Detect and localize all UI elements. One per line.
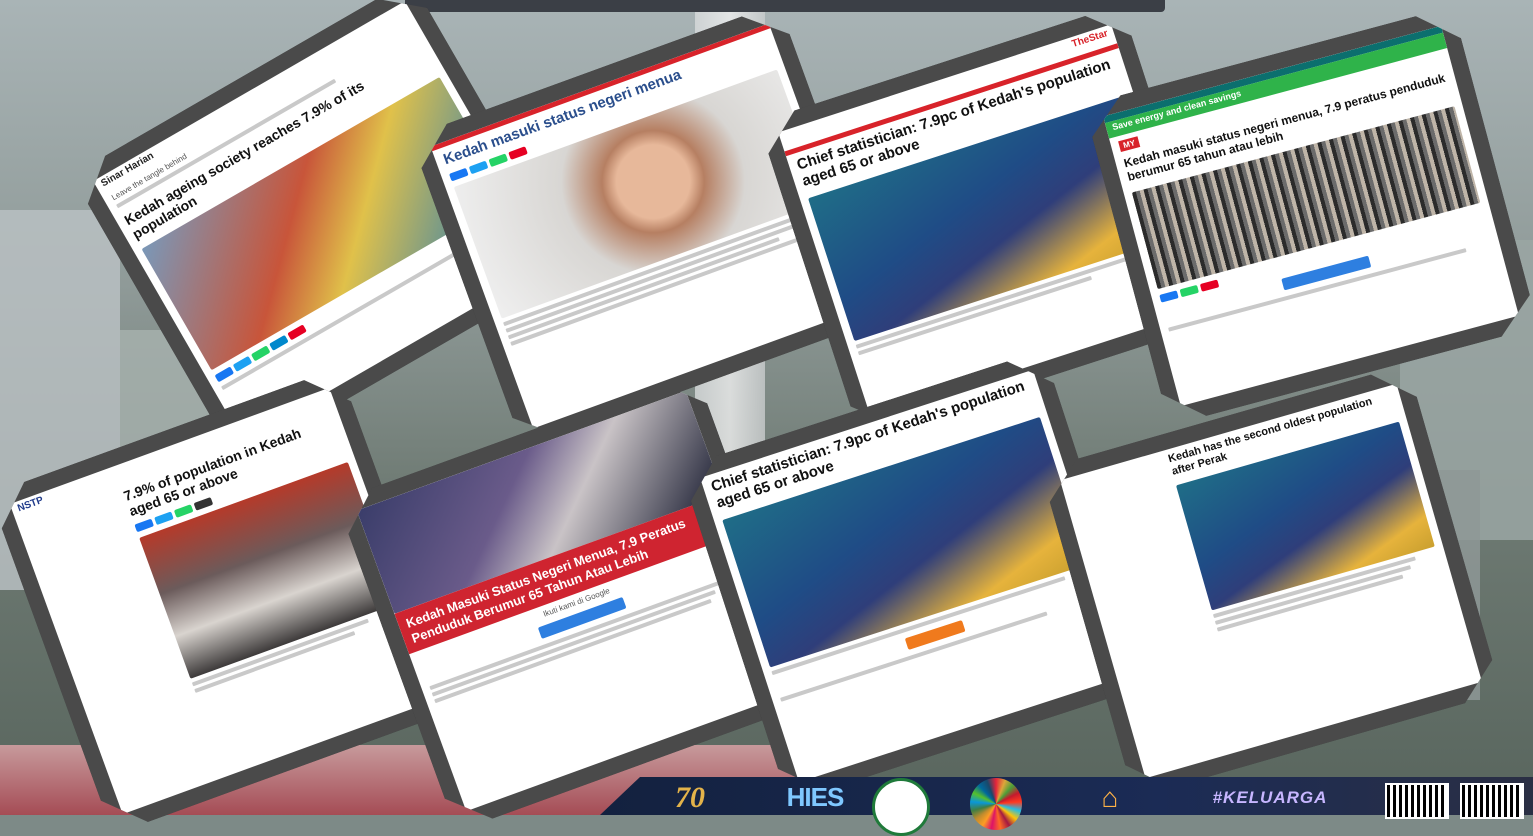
house-icon: ⌂ xyxy=(1101,781,1119,813)
twitter-icon[interactable] xyxy=(154,512,174,526)
top-bar xyxy=(405,0,1165,12)
section-label: MY xyxy=(1118,136,1140,152)
hashtag-text: #KELUARGA xyxy=(1212,787,1328,807)
partner-logo xyxy=(872,778,930,836)
email-icon[interactable] xyxy=(508,146,528,160)
hies-logo: HIES xyxy=(786,782,845,812)
whatsapp-icon[interactable] xyxy=(174,504,194,518)
facebook-icon[interactable] xyxy=(1159,290,1178,302)
whatsapp-icon[interactable] xyxy=(489,154,509,168)
print-icon[interactable] xyxy=(194,497,214,511)
twitter-icon[interactable] xyxy=(469,161,489,175)
facebook-icon[interactable] xyxy=(134,519,154,533)
anniversary-logo: 70 xyxy=(675,780,705,814)
email-icon[interactable] xyxy=(1200,279,1219,291)
qr-code-icon[interactable] xyxy=(1385,783,1449,819)
qr-code-icon[interactable] xyxy=(1460,783,1524,819)
facebook-icon[interactable] xyxy=(449,168,469,182)
sdg-logo xyxy=(970,778,1022,830)
whatsapp-icon[interactable] xyxy=(1179,284,1198,296)
